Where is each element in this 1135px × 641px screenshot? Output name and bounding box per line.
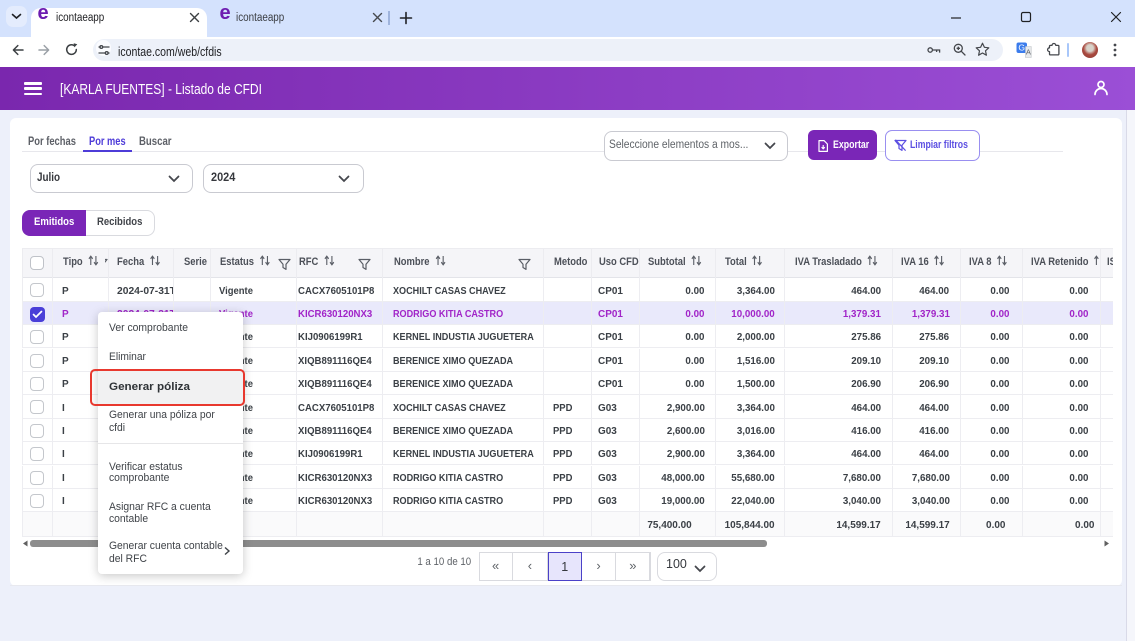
svg-text:G: G: [1018, 43, 1025, 53]
svg-text:A: A: [1026, 48, 1031, 57]
